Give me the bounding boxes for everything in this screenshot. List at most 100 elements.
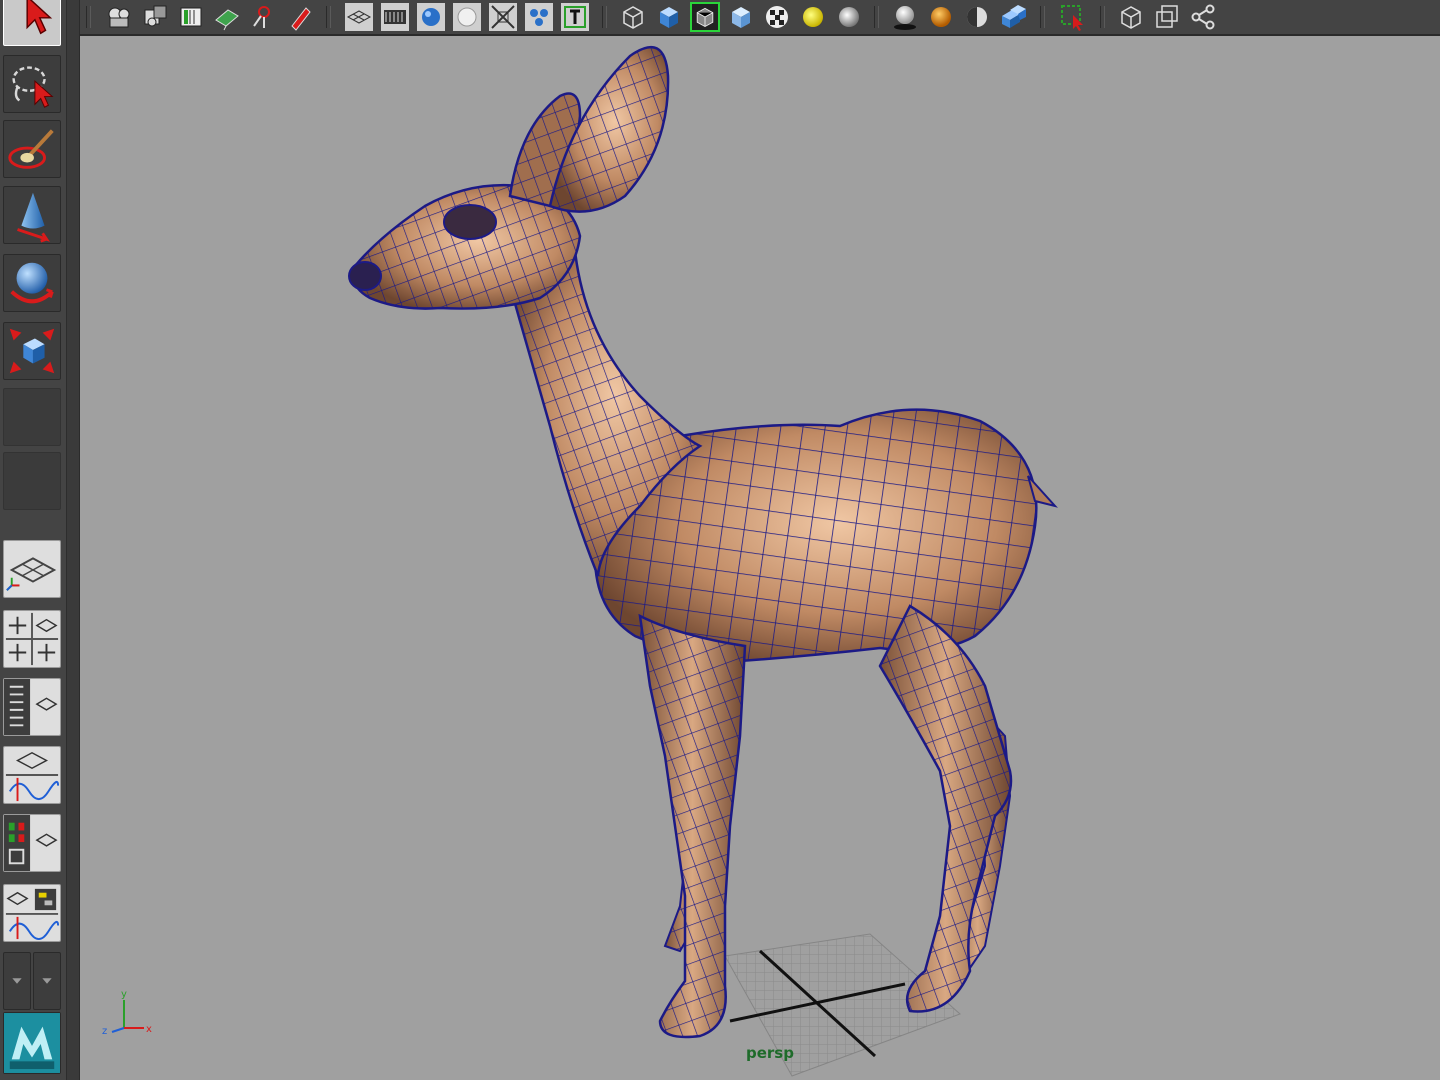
antialiasing-button[interactable] [998, 2, 1028, 32]
outliner-persp-icon [4, 679, 58, 735]
resolution-gate-icon [417, 3, 445, 31]
motion-blur-icon [967, 7, 987, 27]
graph-editor-icon [5, 751, 60, 802]
perspective-viewport[interactable]: persp y x z [80, 36, 1440, 1080]
grease-pencil-icon [291, 7, 311, 31]
hypershade-icon [4, 815, 58, 871]
cone-move-icon [17, 192, 51, 243]
textured-icon [766, 6, 788, 28]
use-default-light-button[interactable] [798, 2, 828, 32]
wireframe-on-shaded-icon [692, 4, 718, 30]
xray-active-icon [1156, 5, 1178, 28]
screen-space-ao-button[interactable] [926, 2, 956, 32]
film-gate-icon [381, 3, 409, 31]
toolbar-divider [1040, 6, 1045, 28]
field-chart-button[interactable] [488, 2, 518, 32]
xray-joints-icon [1121, 6, 1141, 29]
resolution-gate-button[interactable] [416, 2, 446, 32]
camera-tools-button[interactable] [140, 2, 170, 32]
grease-pencil-button[interactable] [284, 2, 314, 32]
2d-pan-zoom-icon [253, 6, 270, 28]
chevron-down-icon [12, 978, 22, 984]
y-axis-label: y [121, 989, 127, 1000]
shadows-icon [894, 6, 916, 30]
lasso-tool-button[interactable] [3, 55, 61, 113]
camera-attributes-icon [108, 7, 130, 28]
grid-plane-icon [6, 557, 57, 591]
paint-select-tool-button[interactable] [3, 120, 61, 178]
grid-button[interactable] [344, 2, 374, 32]
hypershade-persp-layout-button[interactable] [3, 814, 61, 872]
persp-graph-layout-button[interactable] [3, 746, 61, 804]
toolbar-divider [874, 6, 879, 28]
single-perspective-layout-button[interactable] [3, 540, 61, 598]
hud-button[interactable] [1188, 2, 1218, 32]
layout-dropdown-left[interactable] [3, 952, 31, 1010]
last-used-tool-button[interactable] [3, 452, 61, 510]
four-view-layout-button[interactable] [3, 610, 61, 668]
hud-icon [1191, 4, 1215, 30]
chevron-down-icon [42, 978, 52, 984]
shadows-button[interactable] [890, 2, 920, 32]
field-chart-icon [489, 3, 517, 31]
gate-mask-icon [453, 3, 481, 31]
toolbar-divider [326, 6, 331, 28]
camera-attributes-button[interactable] [104, 2, 134, 32]
maya-logo-icon [4, 1013, 60, 1073]
layout-dropdown-right[interactable] [33, 952, 61, 1010]
paint-brush-icon [8, 129, 54, 169]
xray-active-button[interactable] [1152, 2, 1182, 32]
isolate-select-icon [1061, 5, 1083, 31]
toolbar-divider [602, 6, 607, 28]
all-lights-button[interactable] [834, 2, 864, 32]
image-plane-button[interactable] [212, 2, 242, 32]
smooth-shade-button[interactable] [654, 2, 684, 32]
image-plane-icon [215, 9, 239, 31]
outliner-persp-layout-button[interactable] [3, 678, 61, 736]
maya-logo [3, 1012, 61, 1074]
toolbox-divider [66, 0, 79, 1080]
select-tool-button[interactable] [3, 0, 61, 46]
bookmarks-icon [180, 7, 202, 27]
wireframe-on-shaded-button[interactable] [690, 2, 720, 32]
x-axis-label: x [146, 1024, 152, 1035]
motion-blur-button[interactable] [962, 2, 992, 32]
camera-tools-icon [144, 5, 167, 27]
safe-action-button[interactable] [524, 2, 554, 32]
xray-joints-button[interactable] [1116, 2, 1146, 32]
xray-icon [732, 7, 750, 28]
bookmarks-button[interactable] [176, 2, 206, 32]
persp-graph-hypergraph-layout-button[interactable] [3, 884, 61, 942]
textured-button[interactable] [762, 2, 792, 32]
rotate-tool-button[interactable] [3, 254, 61, 312]
2d-pan-zoom-button[interactable] [248, 2, 278, 32]
view-axis-gizmo: y x z [102, 989, 152, 1037]
safe-title-button[interactable] [560, 2, 590, 32]
xray-button[interactable] [726, 2, 756, 32]
toolbar-divider [86, 6, 91, 28]
four-panes-icon [5, 612, 59, 666]
tool-slot[interactable] [3, 388, 61, 446]
move-tool-button[interactable] [3, 186, 61, 244]
wireframe-button[interactable] [618, 2, 648, 32]
z-axis-label: z [102, 1026, 107, 1037]
grid-icon [345, 3, 373, 31]
isolate-select-button[interactable] [1058, 2, 1088, 32]
safe-action-icon [525, 3, 553, 31]
toolbox [0, 0, 80, 1080]
smooth-shade-icon [660, 7, 678, 28]
gate-mask-button[interactable] [452, 2, 482, 32]
deer-model[interactable] [80, 36, 1440, 1080]
wireframe-icon [623, 6, 643, 29]
graph-hypergraph-icon [5, 888, 60, 941]
lasso-icon [12, 66, 54, 108]
use-default-light-icon [803, 7, 823, 27]
scale-tool-button[interactable] [3, 322, 61, 380]
toolbar-divider [1100, 6, 1105, 28]
panel-toolbar [80, 0, 1440, 36]
film-gate-button[interactable] [380, 2, 410, 32]
deer-mesh [348, 45, 1058, 1039]
safe-title-icon [561, 3, 589, 31]
antialiasing-icon [1002, 5, 1026, 28]
cube-scale-icon [9, 328, 55, 374]
